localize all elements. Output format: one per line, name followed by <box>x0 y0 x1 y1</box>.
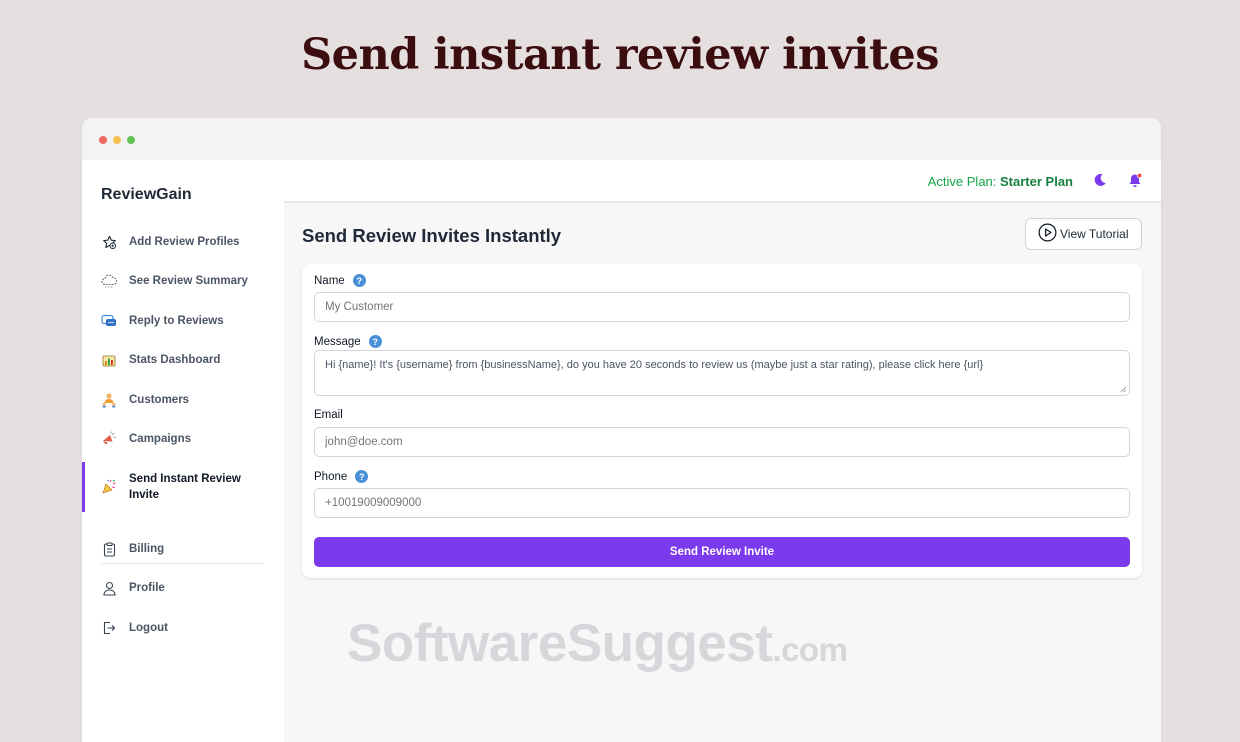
sidebar-item-label: Logout <box>129 622 168 634</box>
confetti-icon <box>101 479 117 495</box>
chart-icon <box>101 352 117 368</box>
play-icon <box>1038 223 1060 245</box>
sidebar-item-label: Billing <box>129 543 165 555</box>
sidebar-item-billing[interactable]: Billing <box>82 541 284 557</box>
megaphone-icon <box>101 431 117 447</box>
cloud-icon <box>101 273 117 289</box>
send-review-invite-button[interactable]: Send Review Invite <box>314 537 1130 567</box>
sidebar-item-reply-to-reviews[interactable]: Reply to Reviews <box>82 313 284 329</box>
sidebar-item-see-review-summary[interactable]: See Review Summary <box>82 273 284 289</box>
watermark-text: SoftwareSuggest <box>347 614 773 673</box>
brand-name: ReviewGain <box>101 186 192 203</box>
review-invite-form: Name ? Message ? Hi {name}! It's {userna… <box>302 264 1142 578</box>
help-icon[interactable]: ? <box>368 335 382 348</box>
name-field-label: Name ? <box>314 274 366 287</box>
sidebar-item-label: Send Instant Review Invite <box>129 473 241 501</box>
watermark: SoftwareSuggest.com <box>347 613 848 674</box>
sidebar: ReviewGain Add Review Profiles See Revie… <box>82 160 284 742</box>
help-icon[interactable]: ? <box>355 470 369 483</box>
notification-bell-icon[interactable] <box>1128 172 1143 188</box>
sidebar-item-profile[interactable]: Profile <box>82 580 284 596</box>
message-text: Hi {name}! It's {username} from {busines… <box>325 359 984 371</box>
user-icon <box>101 580 117 596</box>
dark-mode-toggle-icon[interactable] <box>1093 173 1107 187</box>
email-input[interactable] <box>314 427 1130 457</box>
star-icon <box>101 234 117 250</box>
email-label-text: Email <box>314 409 343 421</box>
sidebar-item-label: See Review Summary <box>129 275 248 287</box>
minimize-window-button[interactable] <box>113 136 121 144</box>
page-title: Send Review Invites Instantly <box>302 225 562 246</box>
active-plan-name: Starter Plan <box>1000 174 1073 189</box>
sidebar-item-campaigns[interactable]: Campaigns <box>82 431 284 447</box>
top-bar: Active Plan: Starter Plan <box>284 160 1161 203</box>
active-plan-prefix: Active Plan: <box>927 174 1001 189</box>
page-headline: Send instant review invites <box>301 30 939 80</box>
customers-icon <box>101 392 117 408</box>
sidebar-item-label: Campaigns <box>129 433 191 445</box>
email-field-label: Email <box>314 409 343 421</box>
clipboard-icon <box>101 541 117 557</box>
sidebar-divider <box>101 563 263 564</box>
sidebar-item-send-instant-review-invite[interactable]: Send Instant Review Invite <box>82 462 284 512</box>
message-textarea[interactable]: Hi {name}! It's {username} from {busines… <box>314 350 1130 396</box>
help-icon[interactable]: ? <box>352 274 366 287</box>
sidebar-item-label: Add Review Profiles <box>129 236 240 248</box>
message-label-text: Message <box>314 335 361 348</box>
sidebar-item-label: Profile <box>129 582 165 594</box>
resize-handle-icon[interactable] <box>1119 385 1127 393</box>
chat-icon <box>101 313 117 329</box>
message-field-label: Message ? <box>314 335 382 348</box>
view-tutorial-label: View Tutorial <box>1060 227 1129 241</box>
sidebar-item-customers[interactable]: Customers <box>82 392 284 408</box>
name-label-text: Name <box>314 274 345 287</box>
sidebar-item-label: Customers <box>129 394 190 406</box>
view-tutorial-button[interactable]: View Tutorial <box>1025 218 1142 250</box>
logout-icon <box>101 620 117 636</box>
sidebar-item-label: Stats Dashboard <box>129 354 221 366</box>
sidebar-item-stats-dashboard[interactable]: Stats Dashboard <box>82 352 284 368</box>
watermark-suffix: .com <box>772 631 848 668</box>
sidebar-item-add-review-profiles[interactable]: Add Review Profiles <box>82 234 284 250</box>
phone-label-text: Phone <box>314 470 348 483</box>
phone-field-label: Phone ? <box>314 470 369 483</box>
maximize-window-button[interactable] <box>127 136 135 144</box>
close-window-button[interactable] <box>99 136 107 144</box>
name-input[interactable] <box>314 292 1130 322</box>
phone-input[interactable] <box>314 488 1130 518</box>
sidebar-item-logout[interactable]: Logout <box>82 620 284 636</box>
window-titlebar <box>82 118 1161 160</box>
active-plan-indicator: Active Plan: Starter Plan <box>928 174 1073 189</box>
sidebar-item-label: Reply to Reviews <box>129 315 224 327</box>
